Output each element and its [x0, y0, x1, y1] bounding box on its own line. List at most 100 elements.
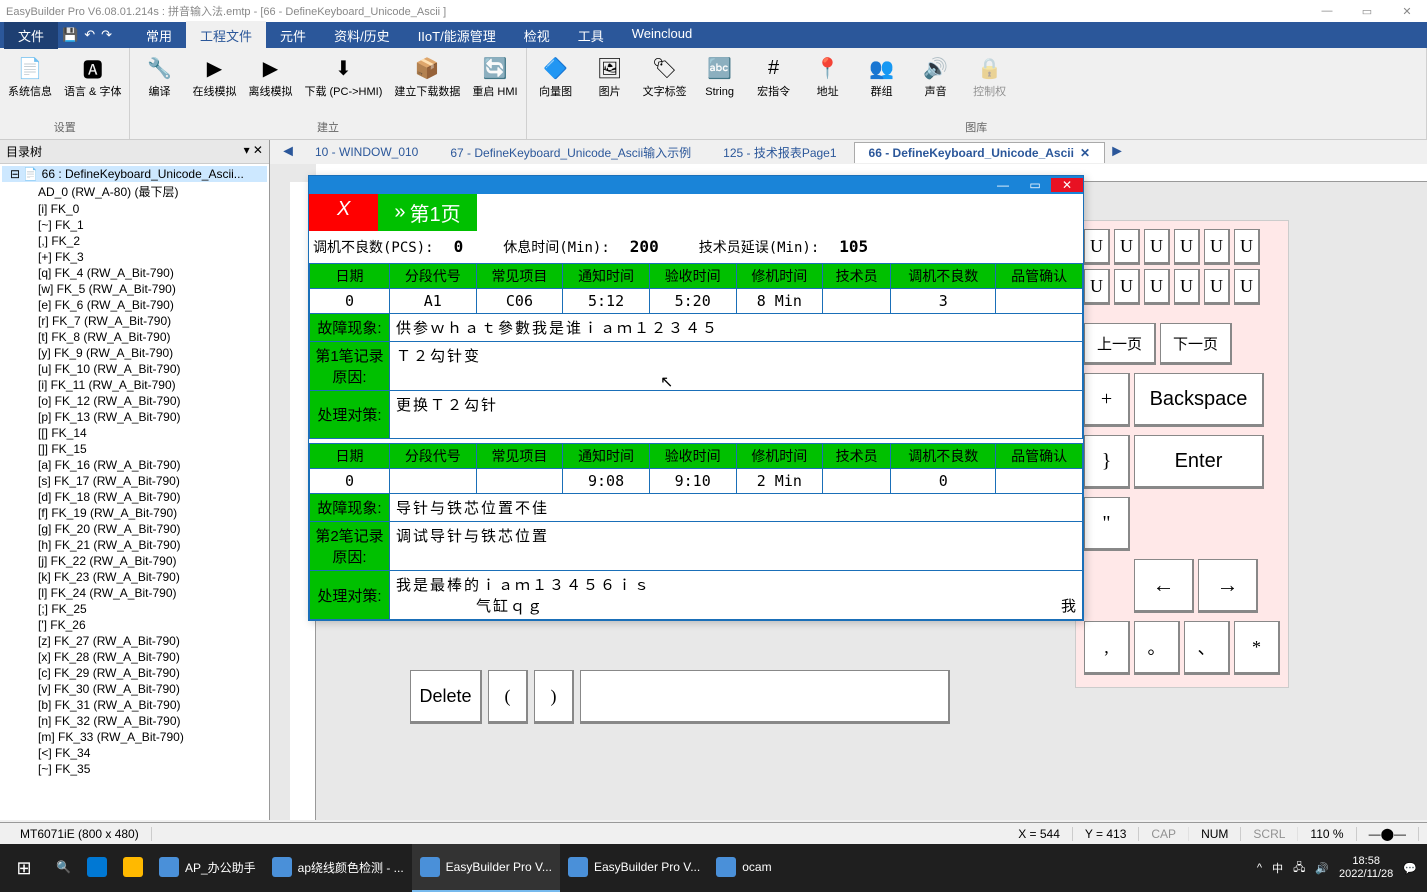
tree-item[interactable]: [m] FK_33 (RW_A_Bit-790)	[2, 729, 267, 745]
delete-key[interactable]: Delete	[410, 670, 482, 724]
maximize-button[interactable]: ▭	[1347, 5, 1387, 18]
ribbon-button[interactable]: 🔧编译	[138, 52, 180, 99]
taskbar-item[interactable]: ap绕线颜色检测 - ...	[264, 844, 412, 892]
tree-item[interactable]: []] FK_15	[2, 441, 267, 457]
ribbon-button[interactable]: 🖼图片	[589, 52, 631, 99]
win-close-button[interactable]: ✕	[1051, 178, 1083, 192]
tree-item[interactable]: [y] FK_9 (RW_A_Bit-790)	[2, 345, 267, 361]
win-minimize-button[interactable]: —	[987, 178, 1019, 192]
tree-item[interactable]: [r] FK_7 (RW_A_Bit-790)	[2, 313, 267, 329]
brace-key[interactable]: }	[1084, 435, 1130, 489]
table-cell[interactable]: 5:12	[563, 289, 650, 314]
cause-1[interactable]: Ｔ２勾针变	[390, 342, 1083, 391]
qat-redo-icon[interactable]: ↷	[101, 27, 112, 43]
rparen-key[interactable]: )	[534, 670, 574, 724]
tree-item[interactable]: [w] FK_5 (RW_A_Bit-790)	[2, 281, 267, 297]
tree-item[interactable]: [<] FK_34	[2, 745, 267, 761]
start-button[interactable]: ⊞	[0, 844, 48, 892]
doc-tab[interactable]: 10 - WINDOW_010	[300, 141, 433, 163]
fault-desc-2[interactable]: 导针与铁芯位置不佳	[390, 494, 1083, 522]
u-key[interactable]: U	[1144, 269, 1170, 305]
ribbon-button[interactable]: 🅰语言 & 字体	[64, 52, 121, 99]
ribbon-button[interactable]: 📄系统信息	[8, 52, 52, 99]
tree-item[interactable]: [g] FK_20 (RW_A_Bit-790)	[2, 521, 267, 537]
table-cell[interactable]	[823, 469, 891, 494]
table-cell[interactable]	[996, 469, 1083, 494]
doc-tab[interactable]: 125 - 技术报表Page1	[708, 140, 851, 165]
ribbon-button[interactable]: 🔄重启 HMI	[472, 52, 517, 99]
enter-key[interactable]: Enter	[1134, 435, 1264, 489]
taskbar-item[interactable]: AP_办公助手	[151, 844, 264, 892]
u-key[interactable]: U	[1204, 229, 1230, 265]
tree-item[interactable]: [;] FK_25	[2, 601, 267, 617]
tree-item[interactable]: [~] FK_35	[2, 761, 267, 777]
status-zoom[interactable]: 110 %	[1298, 827, 1356, 841]
ribbon-button[interactable]: ▶离线模拟	[248, 52, 292, 99]
quote-key[interactable]: "	[1084, 497, 1130, 551]
fault-desc-1[interactable]: 供参ｗｈａｔ參數我是谁ｉａｍ１２３４５	[390, 314, 1083, 342]
table-cell[interactable]	[476, 469, 563, 494]
tree-item[interactable]: [~] FK_1	[2, 217, 267, 233]
u-key[interactable]: U	[1234, 229, 1260, 265]
tree-item[interactable]: [i] FK_11 (RW_A_Bit-790)	[2, 377, 267, 393]
menu-tab[interactable]: 工具	[564, 21, 618, 50]
ribbon-button[interactable]: ⬇下载 (PC->HMI)	[304, 52, 382, 99]
plus-key[interactable]: +	[1084, 373, 1130, 427]
tree-item[interactable]: [p] FK_13 (RW_A_Bit-790)	[2, 409, 267, 425]
menu-tab[interactable]: 常用	[132, 21, 186, 50]
table-cell[interactable]: 9:10	[649, 469, 736, 494]
u-key[interactable]: U	[1144, 229, 1170, 265]
table-cell[interactable]	[823, 289, 891, 314]
taskbar-item[interactable]: EasyBuilder Pro V...	[412, 844, 560, 892]
qat-save-icon[interactable]: 💾	[62, 27, 78, 43]
tree-item[interactable]: [h] FK_21 (RW_A_Bit-790)	[2, 537, 267, 553]
space-key[interactable]	[580, 670, 950, 724]
tree-item[interactable]: [s] FK_17 (RW_A_Bit-790)	[2, 473, 267, 489]
table-cell[interactable]: 9:08	[563, 469, 650, 494]
action-2[interactable]: 我是最棒的ｉａｍ１３４５６ｉｓ气缸ｑｇ我	[390, 571, 1083, 620]
taskbar-item[interactable]: EasyBuilder Pro V...	[560, 844, 708, 892]
menu-tab[interactable]: 资料/历史	[320, 21, 404, 50]
action-1[interactable]: 更换Ｔ２勾针	[390, 391, 1083, 439]
zoom-slider[interactable]: —⬤—	[1357, 827, 1419, 841]
tree-item[interactable]: [n] FK_32 (RW_A_Bit-790)	[2, 713, 267, 729]
tree-pin-icon[interactable]: ▾ ✕	[244, 143, 263, 160]
tree-item[interactable]: [f] FK_19 (RW_A_Bit-790)	[2, 505, 267, 521]
u-key[interactable]: U	[1174, 229, 1200, 265]
lparen-key[interactable]: (	[488, 670, 528, 724]
table-cell[interactable]: 0	[891, 469, 996, 494]
tree-item[interactable]: [j] FK_22 (RW_A_Bit-790)	[2, 553, 267, 569]
tree-item[interactable]: [z] FK_27 (RW_A_Bit-790)	[2, 633, 267, 649]
taskbar-search[interactable]: 🔍	[48, 844, 79, 892]
table-cell[interactable]: 0	[310, 469, 390, 494]
period-key[interactable]: 。	[1134, 621, 1180, 675]
taskbar-explorer[interactable]	[115, 844, 151, 892]
tree-item[interactable]: [u] FK_10 (RW_A_Bit-790)	[2, 361, 267, 377]
ribbon-button[interactable]: 🔷向量图	[535, 52, 577, 99]
menu-tab[interactable]: Weincloud	[618, 21, 706, 50]
u-key[interactable]: U	[1204, 269, 1230, 305]
tray-network-icon[interactable]: 🖧	[1293, 859, 1305, 878]
tray-clock[interactable]: 18:582022/11/28	[1339, 855, 1393, 881]
tree-item[interactable]: ['] FK_26	[2, 617, 267, 633]
menu-tab[interactable]: 工程文件	[186, 21, 266, 50]
tray-notifications-icon[interactable]: 💬	[1403, 862, 1417, 875]
close-button[interactable]: ✕	[1387, 5, 1427, 18]
table-cell[interactable]	[390, 469, 477, 494]
tree-root[interactable]: ⊟ 📄 66 : DefineKeyboard_Unicode_Ascii...	[2, 166, 267, 182]
qat-undo-icon[interactable]: ↶	[84, 27, 95, 43]
page-indicator[interactable]: 第1页	[378, 194, 476, 231]
table-cell[interactable]: C06	[476, 289, 563, 314]
x-button[interactable]: X	[309, 194, 378, 231]
table-cell[interactable]: 5:20	[649, 289, 736, 314]
next-page-key[interactable]: 下一页	[1160, 323, 1232, 365]
tray-ime-icon[interactable]: 中	[1272, 860, 1283, 876]
win-maximize-button[interactable]: ▭	[1019, 178, 1051, 192]
tree-item[interactable]: [o] FK_12 (RW_A_Bit-790)	[2, 393, 267, 409]
comma-key[interactable]: ,	[1084, 621, 1130, 675]
tree-item[interactable]: [l] FK_24 (RW_A_Bit-790)	[2, 585, 267, 601]
table-cell[interactable]: A1	[390, 289, 477, 314]
tree-item[interactable]: [a] FK_16 (RW_A_Bit-790)	[2, 457, 267, 473]
tray-up-icon[interactable]: ^	[1257, 862, 1262, 874]
tree-item[interactable]: [b] FK_31 (RW_A_Bit-790)	[2, 697, 267, 713]
